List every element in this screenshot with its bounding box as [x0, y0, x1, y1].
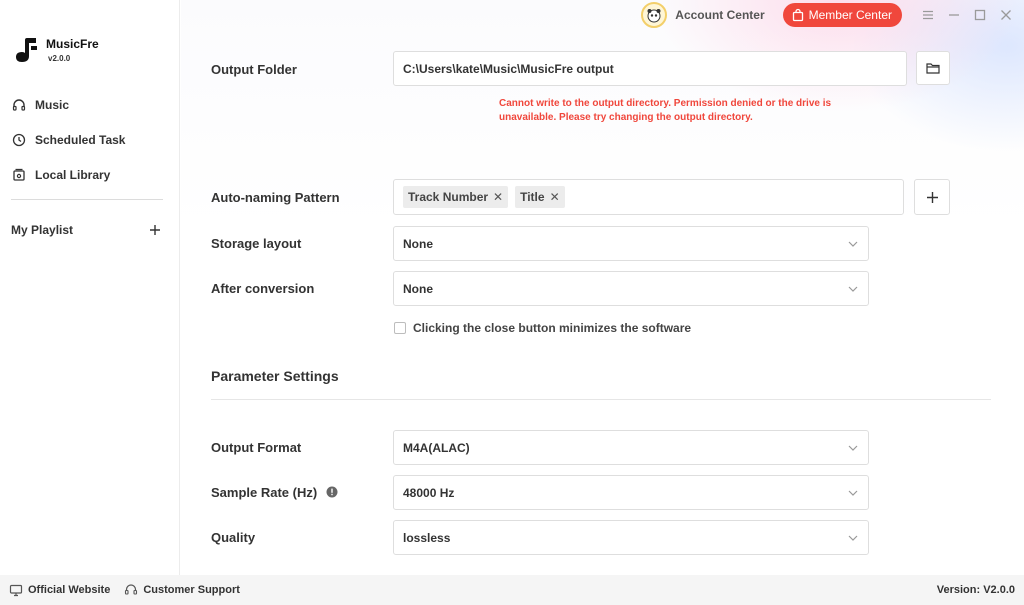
- output-folder-input[interactable]: C:\Users\kate\Music\MusicFre output: [393, 51, 907, 86]
- headset-icon: [124, 583, 138, 597]
- sidebar-item-label: Local Library: [35, 168, 111, 182]
- after-conversion-label: After conversion: [211, 281, 315, 296]
- remove-tag-button[interactable]: ✕: [550, 190, 560, 204]
- shopping-bag-icon: [791, 8, 805, 22]
- app-logo: MusicFre v2.0.0: [14, 36, 99, 64]
- sample-rate-value: 48000 Hz: [403, 485, 455, 500]
- naming-tag-track-number: Track Number ✕: [403, 186, 509, 208]
- sidebar-nav: Music Scheduled Task Local Library: [0, 88, 180, 193]
- sidebar-item-music[interactable]: Music: [0, 88, 180, 122]
- sidebar-divider: [11, 199, 163, 200]
- monitor-icon: [9, 583, 23, 597]
- sidebar: MusicFre v2.0.0 Music Scheduled Task Loc…: [0, 0, 180, 575]
- sidebar-item-label: Music: [35, 98, 70, 112]
- info-icon[interactable]: [326, 486, 338, 498]
- clock-icon: [11, 132, 27, 148]
- sidebar-item-label: Scheduled Task: [35, 133, 126, 147]
- add-naming-tag-button[interactable]: [914, 179, 950, 215]
- storage-layout-label: Storage layout: [211, 236, 302, 251]
- tag-label: Title: [520, 190, 545, 204]
- library-icon: [11, 167, 27, 183]
- customer-support-label: Customer Support: [143, 584, 240, 596]
- plus-icon: [150, 225, 160, 235]
- remove-tag-button[interactable]: ✕: [493, 190, 503, 204]
- auto-naming-field[interactable]: Track Number ✕ Title ✕: [393, 179, 904, 215]
- minimize-button[interactable]: [942, 3, 966, 27]
- maximize-icon: [974, 9, 986, 21]
- account-center-label: Account Center: [675, 8, 765, 22]
- sample-rate-select[interactable]: 48000 Hz: [393, 475, 869, 510]
- sample-rate-label: Sample Rate (Hz): [211, 485, 318, 500]
- official-website-label: Official Website: [28, 584, 111, 596]
- output-format-label: Output Format: [211, 440, 302, 455]
- tag-label: Track Number: [408, 190, 489, 204]
- output-folder-path: C:\Users\kate\Music\MusicFre output: [403, 61, 614, 76]
- app-window: MusicFre v2.0.0 Music Scheduled Task Loc…: [0, 0, 1024, 605]
- member-center-label: Member Center: [808, 8, 892, 22]
- footer-bar: Official Website Customer Support Versio…: [0, 575, 1024, 605]
- customer-support-link[interactable]: Customer Support: [124, 583, 240, 597]
- minimize-on-close-label: Clicking the close button minimizes the …: [413, 321, 692, 335]
- member-center-button[interactable]: Member Center: [782, 3, 902, 27]
- quality-value: lossless: [403, 530, 451, 545]
- plus-icon: [926, 191, 938, 203]
- maximize-button[interactable]: [968, 3, 992, 27]
- chevron-down-icon: [848, 284, 858, 294]
- quality-label: Quality: [211, 530, 256, 545]
- headphones-icon: [11, 97, 27, 113]
- account-center-button[interactable]: Account Center: [641, 2, 765, 28]
- logo-text: MusicFre v2.0.0: [46, 37, 99, 63]
- settings-panel: Account Center Member Center Output Fold…: [181, 0, 1024, 575]
- chevron-down-icon: [848, 239, 858, 249]
- minimize-on-close-option[interactable]: Clicking the close button minimizes the …: [394, 321, 691, 335]
- panda-avatar-icon: [647, 9, 661, 23]
- parameter-settings-title: Parameter Settings: [211, 368, 339, 384]
- auto-naming-label: Auto-naming Pattern: [211, 190, 340, 205]
- version-label: Version: V2.0.0: [936, 584, 1015, 596]
- storage-layout-select[interactable]: None: [393, 226, 869, 261]
- close-icon: [1001, 10, 1011, 20]
- quality-select[interactable]: lossless: [393, 520, 869, 555]
- after-conversion-value: None: [403, 281, 433, 296]
- menu-button[interactable]: [916, 3, 940, 27]
- output-format-select[interactable]: M4A(ALAC): [393, 430, 869, 465]
- hamburger-menu-icon: [923, 10, 933, 20]
- browse-folder-button[interactable]: [916, 51, 950, 85]
- musicfre-logo-icon: [16, 38, 37, 62]
- minimize-icon: [949, 14, 959, 16]
- section-divider: [211, 399, 991, 400]
- chevron-down-icon: [848, 533, 858, 543]
- title-bar: Account Center Member Center: [641, 0, 1024, 30]
- output-folder-label: Output Folder: [211, 62, 297, 77]
- chevron-down-icon: [848, 488, 858, 498]
- app-version: v2.0.0: [48, 54, 71, 63]
- close-button[interactable]: [994, 3, 1018, 27]
- sidebar-item-local-library[interactable]: Local Library: [0, 158, 180, 192]
- my-playlist-header: My Playlist: [11, 222, 163, 238]
- sample-rate-label-row: Sample Rate (Hz): [211, 485, 338, 500]
- official-website-link[interactable]: Official Website: [9, 583, 110, 597]
- sidebar-item-scheduled-task[interactable]: Scheduled Task: [0, 123, 180, 157]
- output-folder-error: Cannot write to the output directory. Pe…: [499, 98, 832, 123]
- output-format-value: M4A(ALAC): [403, 440, 470, 455]
- storage-layout-value: None: [403, 236, 433, 251]
- my-playlist-label: My Playlist: [11, 223, 74, 237]
- avatar: [641, 2, 668, 28]
- folder-icon: [926, 63, 940, 74]
- after-conversion-select[interactable]: None: [393, 271, 869, 306]
- chevron-down-icon: [848, 443, 858, 453]
- add-playlist-button[interactable]: [147, 222, 163, 238]
- minimize-on-close-checkbox[interactable]: [394, 322, 406, 334]
- app-name: MusicFre: [46, 37, 99, 51]
- naming-tag-title: Title ✕: [515, 186, 565, 208]
